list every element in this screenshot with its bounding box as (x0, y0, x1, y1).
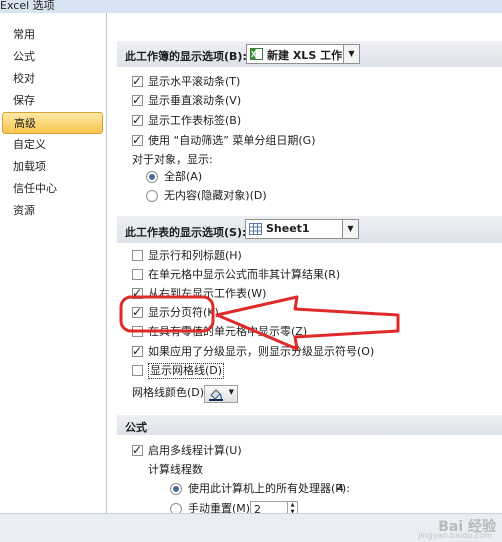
worksheet-select[interactable]: Sheet1 ▼ (245, 219, 359, 239)
radio-manual[interactable] (170, 503, 182, 513)
paint-bucket-icon (209, 389, 223, 401)
nav-item-addins[interactable]: 加载项 (2, 156, 103, 178)
checkbox-multithread[interactable]: ✓ (132, 443, 143, 457)
nav-item-formulas[interactable]: 公式 (2, 46, 103, 68)
gridline-color-button[interactable]: ▼ (204, 385, 238, 403)
nav-item-save[interactable]: 保存 (2, 90, 103, 112)
nav-item-customize[interactable]: 自定义 (2, 134, 103, 156)
nav-item-advanced[interactable]: 高级 (2, 112, 103, 134)
worksheet-section-header: 此工作表的显示选项(S): Sheet1 ▼ (117, 216, 502, 243)
radio-label: 手动重置(M) (188, 502, 251, 513)
workbook-section-header: 此工作簿的显示选项(B): X 新建 XLS 工作... ▼ (117, 41, 502, 67)
checkbox-row-column-headers[interactable] (132, 250, 143, 261)
chevron-down-icon[interactable]: ▼ (343, 45, 359, 63)
checkbox-sheet-tabs[interactable]: ✓ (132, 113, 143, 127)
dialog-bottom-bar: Bai 经验 jingyan.baidu.com (0, 513, 502, 542)
objects-label-text: 对于对象，显示: (132, 153, 213, 166)
option-label: 显示垂直滚动条(V) (148, 94, 242, 107)
watermark-url: jingyan.baidu.com (418, 531, 492, 540)
option-label: 启用多线程计算(U) (148, 444, 242, 457)
checkbox-horizontal-scrollbar[interactable]: ✓ (132, 74, 143, 88)
options-nav: 常用 公式 校对 保存 高级 自定义 加载项 信任中心 资源 (0, 13, 107, 513)
window-title: Excel 选项 (0, 0, 55, 12)
option-label: 使用 “自动筛选” 菜单分组日期(G) (148, 134, 316, 147)
worksheet-icon (249, 223, 262, 235)
checkbox-vertical-scrollbar[interactable]: ✓ (132, 93, 143, 107)
excel-workbook-icon: X (250, 48, 263, 60)
radio-label: 使用此计算机上的所有处理器(P): (188, 482, 350, 495)
nav-item-proofing[interactable]: 校对 (2, 68, 103, 90)
options-content: 此工作簿的显示选项(B): X 新建 XLS 工作... ▼ ✓ 显示水平滚动条… (117, 13, 502, 513)
workbook-select-value: 新建 XLS 工作... (267, 49, 355, 62)
spinner-arrows-icon[interactable]: ▲ ▼ (287, 502, 297, 513)
annotation-arrow (215, 295, 400, 351)
svg-text:X: X (251, 50, 257, 59)
checkbox-gridlines[interactable] (132, 365, 143, 376)
processor-count: 4 (337, 482, 344, 495)
workbook-select[interactable]: X 新建 XLS 工作... ▼ (246, 44, 360, 64)
worksheet-select-value: Sheet1 (266, 222, 310, 235)
check-icon: ✓ (132, 443, 143, 457)
formula-section-header: 公式 (117, 415, 502, 435)
option-label: 显示网格线(D) (148, 363, 225, 379)
nav-item-trust-center[interactable]: 信任中心 (2, 178, 103, 200)
check-icon: ✓ (132, 93, 143, 107)
radio-label: 无内容(隐藏对象)(D) (164, 189, 267, 202)
workbook-section-title: 此工作簿的显示选项(B): (125, 50, 247, 63)
option-label: 显示水平滚动条(T) (148, 75, 241, 88)
title-bar: Excel 选项 (0, 0, 502, 13)
option-label: 显示行和列标题(H) (148, 249, 242, 262)
nav-item-resources[interactable]: 资源 (2, 200, 103, 222)
check-icon: ✓ (132, 113, 143, 127)
option-label: 显示工作表标签(B) (148, 114, 242, 127)
checkbox-group-dates[interactable]: ✓ (132, 133, 143, 147)
radio-all[interactable] (146, 171, 158, 183)
checkbox-show-formulas[interactable] (132, 269, 143, 280)
option-label: 在单元格中显示公式而非其计算结果(R) (148, 268, 341, 281)
radio-nothing[interactable] (146, 190, 158, 202)
check-icon: ✓ (132, 74, 143, 88)
worksheet-section-title: 此工作表的显示选项(S): (125, 226, 247, 239)
chevron-down-icon[interactable]: ▼ (342, 220, 358, 238)
gridline-color-label: 网格线颜色(D) (132, 386, 205, 399)
annotation-highlight (119, 295, 400, 351)
formula-section-title: 公式 (125, 421, 147, 434)
threads-label: 计算线程数 (148, 463, 203, 476)
annotation-box (119, 295, 215, 333)
radio-all-processors[interactable] (170, 483, 182, 495)
check-icon: ✓ (132, 133, 143, 147)
thread-count-value: 2 (254, 503, 261, 513)
chevron-down-icon: ▼ (228, 388, 234, 396)
nav-item-common[interactable]: 常用 (2, 24, 103, 46)
radio-label: 全部(A) (164, 170, 203, 183)
thread-count-spinner[interactable]: 2 ▲ ▼ (250, 501, 298, 513)
